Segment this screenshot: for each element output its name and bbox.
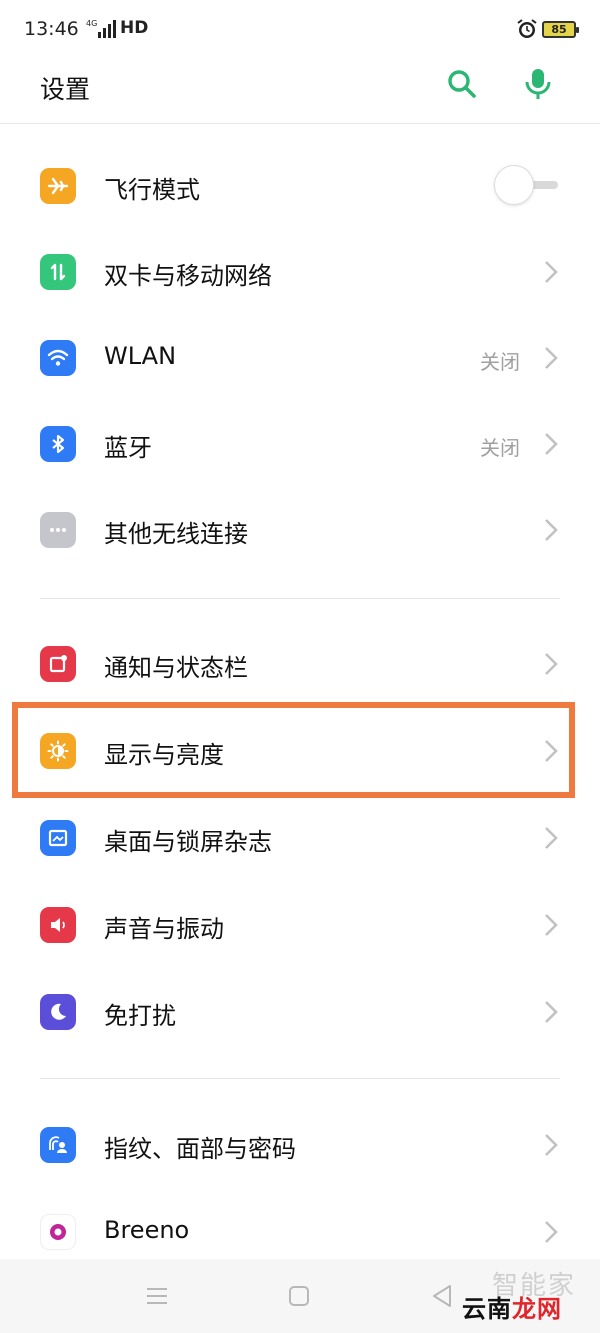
status-time: 13:46 [24,18,79,40]
more-dots-icon [40,512,76,548]
setting-fingerprint-face-password[interactable]: 指纹、面部与密码 [0,1102,600,1188]
setting-notifications[interactable]: 通知与状态栏 [0,621,600,707]
battery-indicator: 85 [542,21,579,38]
chevron-right-icon [545,827,558,849]
setting-label: 蓝牙 [104,434,152,462]
setting-label: WLAN [104,342,177,370]
chevron-right-icon [545,653,558,675]
header: 设置 [0,60,600,124]
setting-airplane-mode[interactable]: 飞行模式 [0,143,600,229]
speaker-icon [40,907,76,943]
microphone-icon[interactable] [520,66,556,102]
setting-label: 桌面与锁屏杂志 [104,828,272,856]
airplane-icon [40,168,76,204]
home-icon[interactable] [288,1285,310,1307]
chevron-right-icon [545,1134,558,1156]
setting-label: 双卡与移动网络 [104,262,272,290]
chevron-right-icon [545,261,558,283]
wifi-icon [40,340,76,376]
dual-sim-icon [40,254,76,290]
fingerprint-face-icon [40,1127,76,1163]
watermark-main: 云南龙网 [462,1289,562,1324]
setting-label: 飞行模式 [104,176,200,204]
setting-label: 显示与亮度 [104,741,224,769]
alarm-icon [517,19,537,38]
brightness-icon [40,733,76,769]
setting-do-not-disturb[interactable]: 免打扰 [0,969,600,1055]
chevron-right-icon [545,519,558,541]
notification-icon [40,646,76,682]
chevron-right-icon [545,914,558,936]
bluetooth-icon [40,426,76,462]
page-title: 设置 [40,75,91,104]
setting-value: 关闭 [480,436,520,460]
setting-bluetooth[interactable]: 蓝牙 关闭 [0,401,600,487]
wallpaper-icon [40,820,76,856]
watermark-part1: 云南 [462,1295,512,1323]
chevron-right-icon [545,1221,558,1243]
chevron-right-icon [545,347,558,369]
setting-display-brightness[interactable]: 显示与亮度 [0,708,600,794]
hd-indicator: HD [120,18,149,38]
setting-wlan[interactable]: WLAN 关闭 [0,315,600,401]
setting-label: 其他无线连接 [104,520,248,548]
chevron-right-icon [545,1001,558,1023]
watermark-part2: 龙网 [512,1295,562,1323]
setting-label: 通知与状态栏 [104,654,248,682]
setting-label: 指纹、面部与密码 [104,1135,296,1163]
setting-other-wireless[interactable]: 其他无线连接 [0,487,600,573]
menu-icon[interactable] [144,1285,170,1307]
section-divider [40,598,560,599]
network-type: 4G [86,19,97,28]
setting-label: 免打扰 [104,1002,176,1030]
chevron-right-icon [545,433,558,455]
setting-sound-vibration[interactable]: 声音与振动 [0,882,600,968]
setting-dual-sim[interactable]: 双卡与移动网络 [0,229,600,315]
setting-label: 声音与振动 [104,915,224,943]
airplane-mode-toggle[interactable] [494,165,560,205]
status-bar: 13:46 4G HD 85 [0,0,600,60]
section-divider [40,1078,560,1079]
moon-icon [40,994,76,1030]
setting-value: 关闭 [480,350,520,374]
chevron-right-icon [545,740,558,762]
toggle-knob [494,165,534,205]
setting-label: Breeno [104,1216,190,1244]
signal-icon: 4G [86,19,116,38]
search-icon[interactable] [444,66,480,102]
breeno-icon [40,1214,76,1250]
setting-wallpaper-lockscreen[interactable]: 桌面与锁屏杂志 [0,795,600,881]
back-icon[interactable] [430,1283,454,1309]
nav-bar: 智能家 云南龙网 [0,1259,600,1333]
